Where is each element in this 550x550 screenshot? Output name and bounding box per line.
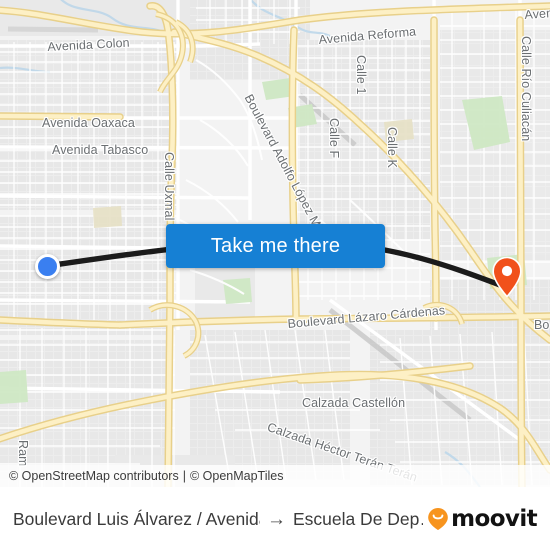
- moovit-wordmark: moovit: [451, 506, 537, 532]
- moovit-trip-preview: Avenida Colon Avenida Oaxaca Avenida Tabas…: [0, 0, 550, 550]
- take-me-there-button[interactable]: Take me there: [166, 224, 385, 268]
- attribution-osm[interactable]: © OpenStreetMap contributors: [9, 469, 179, 483]
- destination-marker[interactable]: [492, 256, 522, 298]
- trip-summary[interactable]: Boulevard Luis Álvarez / Avenida… → Escu…: [13, 509, 423, 530]
- trip-bottom-bar: Boulevard Luis Álvarez / Avenida… → Escu…: [0, 487, 550, 550]
- arrow-right-icon: →: [266, 508, 286, 530]
- map-attribution: © OpenStreetMap contributors | © OpenMap…: [0, 465, 550, 487]
- attribution-separator: |: [182, 469, 186, 483]
- moovit-logo[interactable]: moovit: [427, 506, 538, 532]
- moovit-pin-icon: [428, 508, 448, 530]
- trip-origin-label: Boulevard Luis Álvarez / Avenida…: [13, 508, 260, 529]
- map-pin-icon: [492, 256, 522, 298]
- attribution-tiles[interactable]: © OpenMapTiles: [190, 469, 284, 483]
- origin-marker[interactable]: [35, 254, 60, 279]
- map-canvas[interactable]: Avenida Colon Avenida Oaxaca Avenida Tabas…: [0, 0, 550, 487]
- trip-destination-label: Escuela De Dep…: [292, 508, 424, 529]
